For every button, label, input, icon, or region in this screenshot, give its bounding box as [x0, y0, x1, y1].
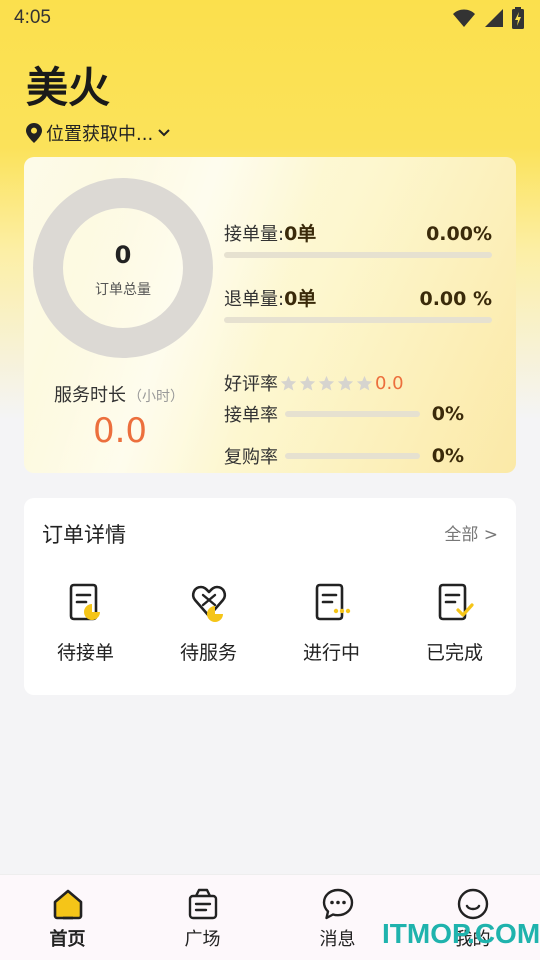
profile-icon [457, 888, 488, 920]
location-pin-icon [26, 123, 42, 143]
chevron-down-icon [158, 129, 170, 137]
service-hours-unit: （小时） [128, 389, 184, 405]
star-icon [280, 375, 297, 390]
order-status-label: 进行中 [302, 642, 360, 664]
home-icon [53, 889, 82, 920]
order-status-label: 待服务 [179, 642, 237, 664]
status-time: 4:05 [14, 7, 51, 28]
battery-icon [512, 7, 524, 29]
plaza-icon [188, 888, 217, 920]
star-icon [356, 375, 373, 390]
nav-label: 广场 [184, 929, 221, 950]
refund-metric: 退单量:0单 0.00 % [224, 284, 492, 323]
nav-item-plaza[interactable]: 广场 [135, 875, 270, 960]
accept-rate-percent: 0% [431, 403, 464, 425]
accept-rate-label: 接单率 [224, 405, 278, 426]
nav-item-home[interactable]: 首页 [0, 875, 135, 960]
refund-label: 退单量: [224, 289, 285, 310]
refund-percent: 0.00 % [419, 288, 492, 310]
order-status-to-serve[interactable]: 待服务 [147, 582, 270, 665]
accept-percent: 0.00% [426, 223, 492, 245]
order-status-list: 待接单 待服务 进行中 已完成 [24, 582, 516, 665]
order-details-title: 订单详情 [42, 523, 126, 547]
accept-rate-row: 接单率 0% [224, 401, 464, 427]
repurchase-row: 复购率 0% [224, 443, 464, 469]
accept-rate-bar [285, 411, 420, 417]
repurchase-percent: 0% [431, 445, 464, 467]
total-orders-value: 0 [114, 241, 132, 269]
order-status-pending[interactable]: 待接单 [24, 582, 147, 665]
star-icon [337, 375, 354, 390]
accept-progress-bar [224, 252, 492, 258]
wifi-icon [453, 9, 475, 27]
status-icons [452, 7, 524, 29]
repurchase-label: 复购率 [224, 447, 278, 468]
star-icon [318, 375, 335, 390]
signal-icon [485, 9, 503, 27]
order-status-label: 待接单 [56, 642, 114, 664]
in-progress-icon [315, 583, 350, 621]
rating-row: 好评率 0.0 [224, 370, 404, 396]
order-details-card: 订单详情 全部 > 待接单 待服务 进行中 已完成 [24, 498, 516, 695]
location-selector[interactable]: 位置获取中... [26, 120, 171, 146]
order-status-label: 已完成 [425, 642, 483, 664]
rating-stars [280, 375, 373, 392]
app-title: 美火 [26, 63, 111, 112]
rating-value: 0.0 [375, 372, 404, 394]
order-status-in-progress[interactable]: 进行中 [270, 582, 393, 665]
order-status-completed[interactable]: 已完成 [393, 582, 516, 665]
pending-service-icon [191, 585, 226, 622]
completed-icon [438, 583, 474, 621]
accept-metric: 接单量:0单 0.00% [224, 219, 492, 258]
refund-progress-bar [224, 317, 492, 323]
watermark-text: ITMOP.COM [382, 918, 540, 949]
location-text: 位置获取中... [46, 124, 154, 145]
accept-label: 接单量: [224, 224, 285, 245]
star-icon [299, 375, 316, 390]
accept-count: 0单 [284, 223, 317, 245]
view-all-orders-link[interactable]: 全部 > [444, 520, 498, 545]
rating-label: 好评率 [224, 374, 278, 395]
message-icon [322, 888, 353, 920]
refund-count: 0单 [284, 288, 317, 310]
pending-order-icon [69, 583, 100, 621]
service-hours-title: 服务时长 [54, 385, 126, 406]
service-hours-value: 0.0 [92, 411, 148, 451]
repurchase-bar [285, 453, 420, 459]
stats-card: 0 订单总量 服务时长 （小时） 0.0 接单量:0单 0.00% 退单量:0单 … [24, 157, 516, 473]
nav-label: 消息 [319, 929, 356, 950]
total-orders-label: 订单总量 [95, 282, 151, 298]
service-hours-label: 服务时长 （小时） [54, 381, 184, 407]
nav-label: 首页 [49, 929, 86, 950]
status-bar: 4:05 [0, 0, 540, 36]
